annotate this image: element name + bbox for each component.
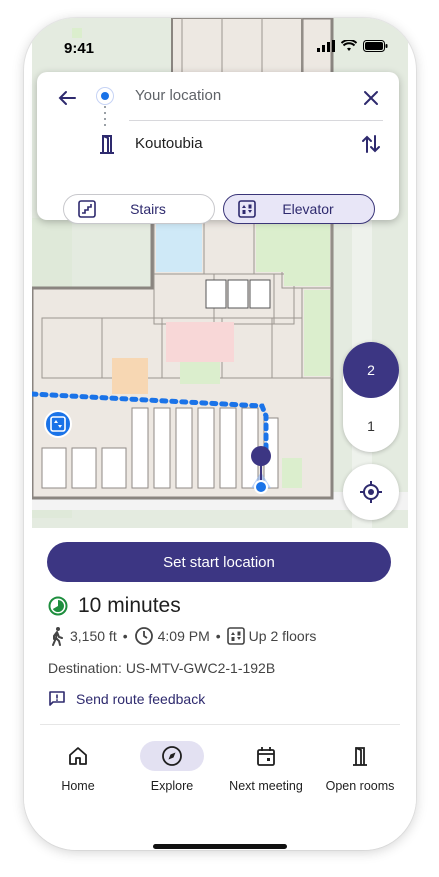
route-card: Your location Koutoubia Stairs Elevator: [37, 72, 399, 224]
distance-text: 3,150 ft: [70, 628, 117, 644]
route-meta: 3,150 ft • 4:09 PM • Up 2 floors: [48, 626, 316, 646]
status-icons: [317, 40, 388, 52]
stairs-option[interactable]: Stairs: [63, 194, 215, 224]
elevator-icon: [50, 416, 66, 432]
bottom-nav: Home Explore Next meeting Open rooms: [24, 733, 416, 803]
nav-label-home: Home: [61, 779, 95, 793]
battery-icon: [363, 40, 388, 52]
nav-item-explore[interactable]: Explore: [124, 733, 220, 803]
elevator-icon: [226, 627, 245, 645]
home-indicator: [153, 844, 287, 849]
phone-frame: 9:41 Your location Koutoubia Stairs Elev…: [24, 18, 416, 850]
close-icon[interactable]: [359, 86, 383, 110]
back-arrow-icon[interactable]: [55, 86, 79, 110]
door-icon: [100, 135, 114, 154]
nav-item-open-rooms[interactable]: Open rooms: [312, 733, 408, 803]
cellular-signal-icon: [317, 40, 335, 52]
route-sheet: Set start location 10 minutes 3,150 ft •…: [24, 528, 416, 850]
route-divider: [129, 120, 383, 121]
nav-label-open-rooms: Open rooms: [325, 779, 395, 793]
nav-label-next-meeting: Next meeting: [229, 779, 303, 793]
set-start-location-button[interactable]: Set start location: [47, 542, 391, 582]
feedback-label: Send route feedback: [76, 691, 206, 707]
wifi-icon: [341, 40, 357, 51]
separator-dot: •: [215, 628, 221, 644]
destination-row[interactable]: Koutoubia: [37, 124, 399, 164]
elevator-option[interactable]: Elevator: [223, 194, 375, 224]
floor-button-1[interactable]: 1: [343, 400, 399, 452]
separator-dot: •: [122, 628, 128, 644]
nav-item-home[interactable]: Home: [30, 733, 126, 803]
send-feedback-link[interactable]: Send route feedback: [48, 690, 205, 708]
nav-label-explore: Explore: [150, 779, 194, 793]
swap-arrows-icon[interactable]: [359, 132, 383, 156]
elevator-label: Elevator: [282, 201, 334, 217]
destination-text: Destination: US-MTV-GWC2-1-192B: [48, 660, 276, 676]
recenter-button[interactable]: [343, 464, 399, 520]
map-elevator-marker[interactable]: [44, 410, 72, 438]
nav-icon-wrap: [46, 741, 110, 771]
walking-icon: [52, 627, 63, 646]
door-icon: [353, 747, 367, 766]
my-location-icon: [360, 481, 382, 503]
calendar-icon: [257, 747, 275, 766]
eta-text: 10 minutes: [78, 594, 181, 617]
sheet-divider: [40, 724, 400, 725]
home-icon: [69, 747, 87, 765]
floor-button-2[interactable]: 2: [343, 342, 399, 398]
status-time: 9:41: [64, 40, 95, 57]
nav-icon-wrap: [140, 741, 204, 771]
feedback-icon: [49, 691, 65, 706]
destination-input[interactable]: Koutoubia: [135, 135, 203, 152]
nav-icon-wrap: [328, 741, 392, 771]
origin-row[interactable]: Your location: [37, 76, 399, 116]
origin-input[interactable]: Your location: [135, 87, 221, 104]
eta-clock-icon: [48, 596, 68, 616]
status-bar: 9:41: [24, 18, 416, 62]
nav-item-next-meeting[interactable]: Next meeting: [218, 733, 314, 803]
eta-row: 10 minutes: [48, 594, 181, 618]
floors-change-text: Up 2 floors: [248, 628, 317, 644]
nav-icon-wrap: [234, 741, 298, 771]
arrival-time-text: 4:09 PM: [157, 628, 210, 644]
clock-icon: [134, 627, 153, 645]
floor-switcher: 2 1: [343, 342, 399, 452]
origin-dot-icon: [97, 88, 113, 104]
stairs-label: Stairs: [130, 201, 166, 217]
destination-pin: [249, 446, 273, 498]
compass-icon: [162, 746, 182, 766]
